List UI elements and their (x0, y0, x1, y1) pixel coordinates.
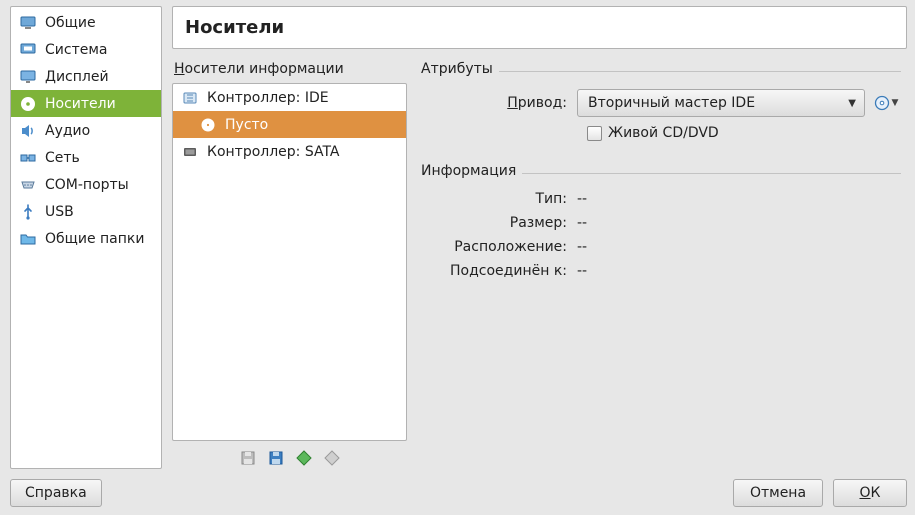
chevron-down-icon: ▼ (848, 98, 856, 109)
chip-icon (19, 41, 37, 59)
storage-tree-row[interactable]: Пусто (173, 111, 406, 138)
page-title: Носители (172, 6, 907, 49)
serial-icon (19, 176, 37, 194)
sidebar-item-system[interactable]: Система (11, 36, 161, 63)
sidebar-item-network[interactable]: Сеть (11, 144, 161, 171)
drive-label: Привод: (429, 95, 577, 111)
sidebar-item-label: Сеть (45, 150, 80, 166)
storage-tree-toolbar (172, 445, 407, 469)
disc-icon (874, 95, 890, 111)
disc-icon (19, 95, 37, 113)
ide-icon (181, 89, 199, 107)
sidebar-item-label: USB (45, 204, 74, 220)
usb-icon (19, 203, 37, 221)
information-legend: Информация (421, 163, 522, 179)
folder-icon (19, 230, 37, 248)
sidebar-item-label: COM-порты (45, 177, 129, 193)
sidebar-item-serial[interactable]: COM-порты (11, 171, 161, 198)
drive-select[interactable]: Вторичный мастер IDE ▼ (577, 89, 865, 117)
info-value: -- (577, 239, 587, 255)
info-label: Расположение: (429, 239, 577, 255)
sata-icon (181, 143, 199, 161)
attributes-legend: Атрибуты (421, 61, 499, 77)
main-panel: Носители Носители информации Контроллер:… (172, 6, 907, 469)
add-controller-button[interactable] (267, 449, 285, 467)
sidebar-item-usb[interactable]: USB (11, 198, 161, 225)
storage-tree-row-label: Контроллер: IDE (207, 90, 329, 106)
info-label: Размер: (429, 215, 577, 231)
live-cd-label: Живой CD/DVD (608, 125, 719, 141)
info-row: Подсоединён к:-- (429, 263, 901, 279)
add-attachment-button[interactable] (295, 449, 313, 467)
sidebar-item-label: Носители (45, 96, 116, 112)
info-label: Тип: (429, 191, 577, 207)
sidebar-item-audio[interactable]: Аудио (11, 117, 161, 144)
help-button[interactable]: Справка (10, 479, 102, 507)
dialog-button-bar: Справка Отмена ОК (10, 469, 907, 507)
sidebar-item-label: Система (45, 42, 107, 58)
info-row: Тип:-- (429, 191, 901, 207)
info-value: -- (577, 263, 587, 279)
storage-tree-row-label: Контроллер: SATA (207, 144, 340, 160)
sidebar-item-label: Аудио (45, 123, 90, 139)
sidebar-item-storage[interactable]: Носители (11, 90, 161, 117)
remove-attachment-button[interactable] (323, 449, 341, 467)
info-label: Подсоединён к: (429, 263, 577, 279)
help-button-label: Справка (25, 485, 87, 501)
information-body: Тип:--Размер:--Расположение:--Подсоединё… (421, 179, 901, 293)
storage-tree-row[interactable]: Контроллер: IDE (173, 84, 406, 111)
storage-tree-column: Носители информации Контроллер: IDE Пусто… (172, 61, 407, 469)
sidebar-item-label: Дисплей (45, 69, 109, 85)
attributes-fieldset: Атрибуты Привод: Вторичный мастер IDE ▼ (421, 61, 901, 153)
cancel-button[interactable]: Отмена (733, 479, 823, 507)
storage-tree-label: Носители информации (174, 61, 407, 77)
add-controller-disabled-button[interactable] (239, 449, 257, 467)
sidebar-item-display[interactable]: Дисплей (11, 63, 161, 90)
storage-tree-row-label: Пусто (225, 117, 268, 133)
sidebar-item-general[interactable]: Общие (11, 9, 161, 36)
speaker-icon (19, 122, 37, 140)
storage-tree[interactable]: Контроллер: IDE Пусто Контроллер: SATA (172, 83, 407, 441)
info-value: -- (577, 191, 587, 207)
info-row: Размер:-- (429, 215, 901, 231)
attributes-column: Атрибуты Привод: Вторичный мастер IDE ▼ (421, 61, 907, 469)
storage-tree-row[interactable]: Контроллер: SATA (173, 138, 406, 165)
ok-button[interactable]: ОК (833, 479, 907, 507)
ok-button-label: ОК (860, 485, 881, 501)
monitor-icon (19, 14, 37, 32)
info-row: Расположение:-- (429, 239, 901, 255)
network-icon (19, 149, 37, 167)
sidebar-item-label: Общие (45, 15, 96, 31)
sidebar-item-shared[interactable]: Общие папки (11, 225, 161, 252)
choose-disk-button[interactable]: ▼ (871, 89, 901, 117)
cd-icon (199, 116, 217, 134)
drive-select-value: Вторичный мастер IDE (588, 95, 755, 111)
sidebar-item-label: Общие папки (45, 231, 144, 247)
cancel-button-label: Отмена (750, 485, 806, 501)
display-icon (19, 68, 37, 86)
info-value: -- (577, 215, 587, 231)
chevron-down-icon: ▼ (892, 98, 899, 108)
settings-sidebar: Общие Система Дисплей Носители Аудио Сеть COM-… (10, 6, 162, 469)
live-cd-checkbox[interactable] (587, 126, 602, 141)
information-fieldset: Информация Тип:--Размер:--Расположение:-… (421, 163, 901, 293)
